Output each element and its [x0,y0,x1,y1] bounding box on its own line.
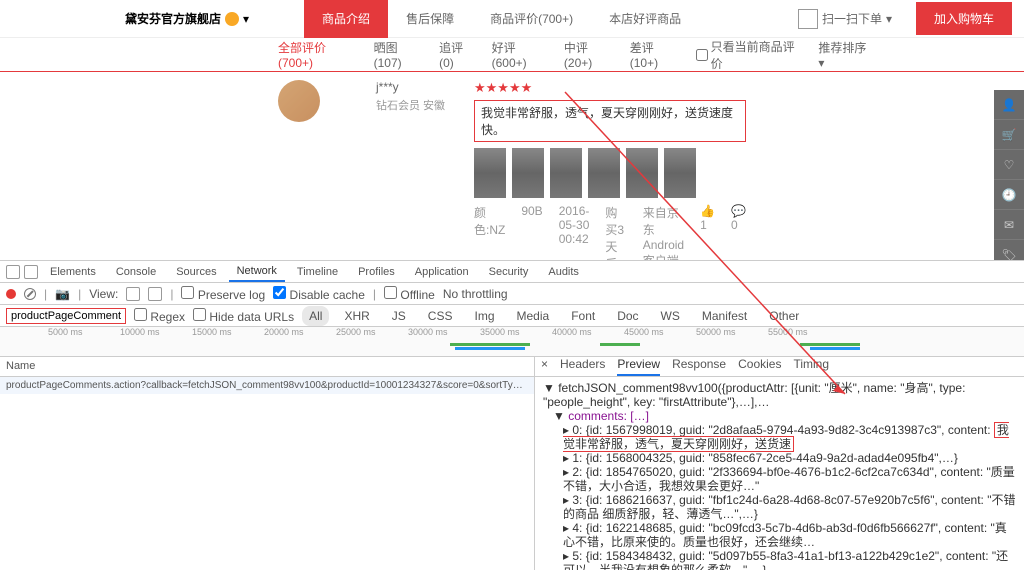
network-timeline[interactable]: 5000 ms 10000 ms 15000 ms 20000 ms 25000… [0,327,1024,357]
devtools-tabs: Elements Console Sources Network Timelin… [0,261,1024,283]
type-js[interactable]: JS [385,306,413,326]
user-icon[interactable]: 👤 [994,90,1024,120]
network-filter-bar: Regex Hide data URLs All XHR JS CSS Img … [0,305,1024,327]
device-icon[interactable] [24,265,38,279]
filter-photos[interactable]: 晒图(107) [374,39,424,70]
tab-sources[interactable]: Sources [168,263,224,281]
shop-badge-icon [225,12,239,26]
disable-cache-checkbox[interactable]: Disable cache [273,286,365,302]
user-rank: 钻石会员 安徽 [376,97,456,113]
tab-elements[interactable]: Elements [42,263,104,281]
thumb[interactable] [550,148,582,198]
json-preview[interactable]: ▼ fetchJSON_comment98vv100({productAttr:… [535,377,1024,570]
column-header[interactable]: Name [0,357,534,377]
history-icon[interactable]: 🕘 [994,180,1024,210]
tab-security[interactable]: Security [481,263,537,281]
request-row[interactable]: productPageComments.action?callback=fetc… [0,377,534,394]
inspect-icon[interactable] [6,265,20,279]
filter-bad[interactable]: 差评(10+) [630,39,681,70]
view-list-icon[interactable] [126,287,140,301]
filter-input[interactable] [6,308,126,324]
type-img[interactable]: Img [467,306,501,326]
tab-preview[interactable]: Preview [617,357,660,376]
tab-goods[interactable]: 本店好评商品 [591,0,699,38]
request-list: Name productPageComments.action?callback… [0,357,535,570]
request-detail: × Headers Preview Response Cookies Timin… [535,357,1024,570]
tab-cookies[interactable]: Cookies [738,357,781,376]
type-media[interactable]: Media [510,306,557,326]
only-current-checkbox[interactable]: 只看当前商品评价 [696,38,804,72]
scan-order[interactable]: 扫一扫下单 ▾ [786,9,904,29]
chevron-down-icon: ▾ [886,12,892,26]
message-icon[interactable]: ✉ [994,210,1024,240]
filter-mid[interactable]: 中评(20+) [564,39,615,70]
offline-checkbox[interactable]: Offline [384,286,435,302]
review-thumbs [474,148,746,198]
shop-name[interactable]: 黛安芬官方旗舰店 ▾ [125,10,249,27]
regex-checkbox[interactable]: Regex [134,308,185,324]
thumb[interactable] [664,148,696,198]
throttle-select[interactable]: No throttling [443,287,508,301]
tab-network[interactable]: Network [229,262,285,282]
capture-icon[interactable]: 📷 [55,287,70,301]
heart-icon[interactable]: ♡ [994,150,1024,180]
type-ws[interactable]: WS [654,306,687,326]
network-toolbar: | 📷 | View: | Preserve log Disable cache… [0,283,1024,305]
close-icon[interactable]: × [541,357,548,376]
shop-name-text: 黛安芬官方旗舰店 [125,10,221,27]
tab-timing[interactable]: Timing [793,357,829,376]
shop-header: 黛安芬官方旗舰店 ▾ 商品介绍 售后保障 商品评价(700+) 本店好评商品 扫… [0,0,1024,38]
type-other[interactable]: Other [762,306,806,326]
checkbox-icon[interactable] [696,49,708,61]
filter-good[interactable]: 好评(600+) [492,39,549,70]
sort-dropdown[interactable]: 推荐排序 ▾ [818,39,874,70]
tab-audits[interactable]: Audits [540,263,587,281]
record-icon[interactable] [6,289,16,299]
tab-profiles[interactable]: Profiles [350,263,403,281]
review-text: 我觉非常舒服，透气，夏天穿刚刚好，送货速度快。 [474,100,746,142]
tab-console[interactable]: Console [108,263,164,281]
type-xhr[interactable]: XHR [337,306,376,326]
type-font[interactable]: Font [564,306,602,326]
filter-all[interactable]: 全部评价(700+) [278,39,359,70]
type-manifest[interactable]: Manifest [695,306,754,326]
thumb[interactable] [588,148,620,198]
tab-headers[interactable]: Headers [560,357,605,376]
avatar [278,80,320,122]
scan-label: 扫一扫下单 [822,10,882,27]
tab-application[interactable]: Application [407,263,477,281]
thumb[interactable] [512,148,544,198]
type-doc[interactable]: Doc [610,306,645,326]
review-filter-bar: 全部评价(700+) 晒图(107) 追评(0) 好评(600+) 中评(20+… [0,38,1024,72]
thumb[interactable] [626,148,658,198]
filter-followup[interactable]: 追评(0) [439,39,477,70]
hide-urls-checkbox[interactable]: Hide data URLs [193,308,294,324]
chevron-down-icon: ▾ [243,12,249,26]
tab-reviews[interactable]: 商品评价(700+) [472,0,591,38]
thumb[interactable] [474,148,506,198]
add-to-cart-button[interactable]: 加入购物车 [916,2,1012,35]
type-all[interactable]: All [302,306,329,326]
preserve-log-checkbox[interactable]: Preserve log [181,286,265,302]
user-name: j***y [376,80,456,94]
devtools-panel: Elements Console Sources Network Timelin… [0,260,1024,570]
view-grid-icon[interactable] [148,287,162,301]
tab-intro[interactable]: 商品介绍 [304,0,388,38]
tab-timeline[interactable]: Timeline [289,263,346,281]
type-css[interactable]: CSS [421,306,460,326]
clear-icon[interactable] [24,288,36,300]
star-rating: ★★★★★ [474,80,746,96]
tab-response[interactable]: Response [672,357,726,376]
qr-icon [798,9,818,29]
cart-icon[interactable]: 🛒 [994,120,1024,150]
tab-service[interactable]: 售后保障 [388,0,472,38]
